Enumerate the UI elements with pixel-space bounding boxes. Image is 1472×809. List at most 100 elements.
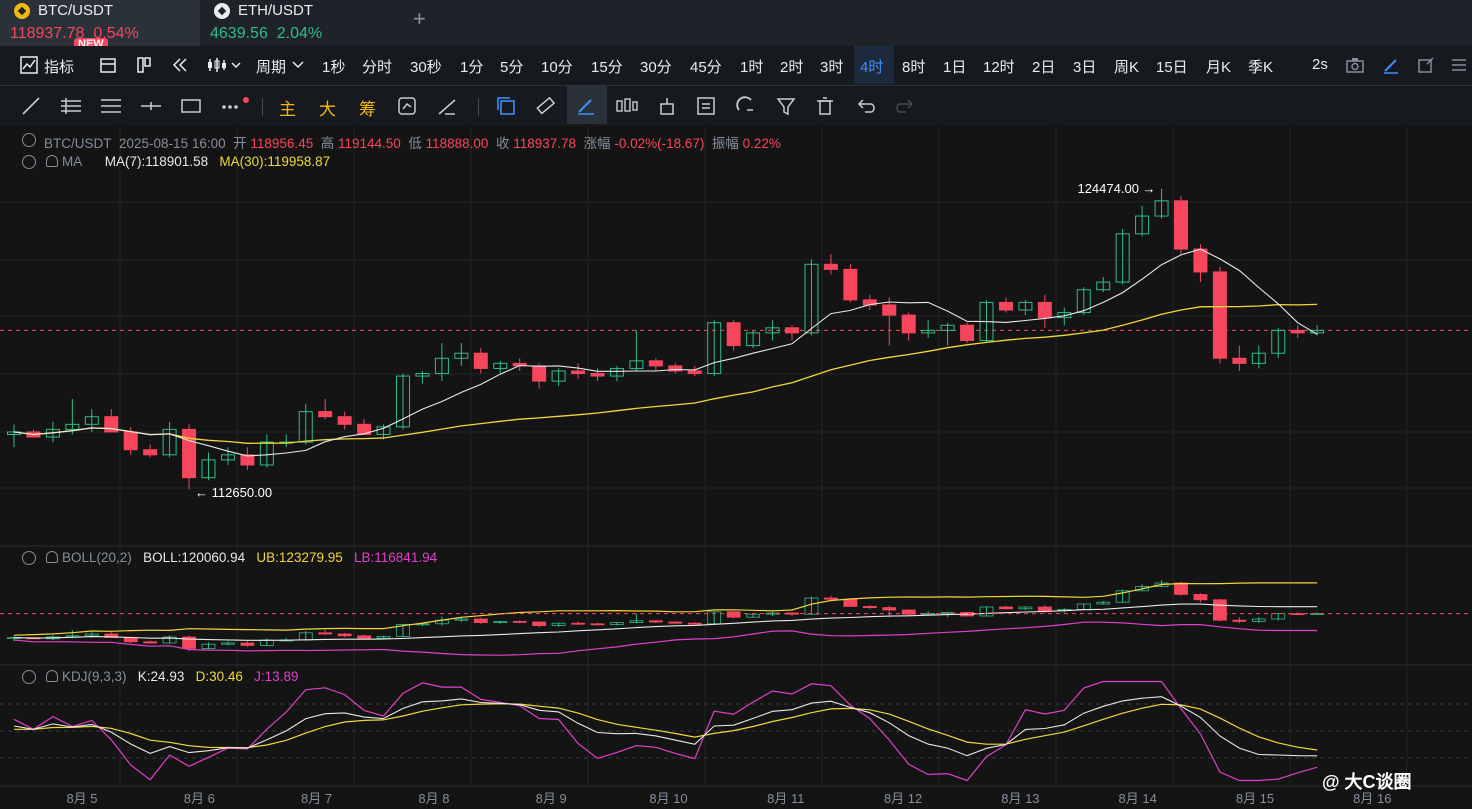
interval-45m[interactable]: 45分 (690, 56, 722, 77)
tab-symbol: BTC/USDT (38, 2, 113, 19)
boll-candle-body (999, 606, 1013, 610)
trash-icon[interactable] (815, 96, 837, 116)
tab-btc-usdt[interactable]: BTC/USDT 118937.78 0.54% NEW (0, 0, 200, 51)
interval-5m[interactable]: 5分 (500, 56, 523, 77)
copy-icon[interactable] (495, 96, 517, 116)
add-tab-icon[interactable]: + (413, 6, 426, 32)
candle-body (882, 304, 897, 316)
interval-10m[interactable]: 10分 (541, 56, 573, 77)
magnet-icon[interactable] (735, 96, 757, 116)
big-order-button[interactable]: 大 (319, 95, 336, 120)
measure-icon[interactable] (437, 96, 459, 116)
period-button[interactable]: 周期 (256, 56, 286, 77)
interval-quarter[interactable]: 季K (1248, 56, 1273, 77)
boll-candle-body (668, 621, 683, 624)
interval-1h[interactable]: 1时 (740, 56, 763, 77)
interval-1s[interactable]: 1秒 (322, 56, 345, 77)
lock-icon[interactable] (657, 96, 677, 116)
candle-body (726, 322, 741, 347)
candle-body (1193, 248, 1208, 273)
x-tick-label: 8月 12 (884, 791, 922, 806)
candle-body (1290, 329, 1305, 334)
bell-icon[interactable] (46, 670, 58, 682)
ruler-icon[interactable] (535, 96, 557, 116)
tab-eth-usdt[interactable]: ETH/USDT 4639.56 2.04% (200, 0, 400, 46)
candle-body (143, 449, 158, 456)
horizontal-line-icon[interactable] (140, 96, 162, 116)
cycle-icon[interactable] (397, 96, 419, 116)
boll-candle-body (357, 635, 372, 639)
main-chart-button[interactable]: 主 (279, 95, 296, 120)
eye-icon[interactable] (22, 551, 36, 565)
x-tick-label: 8月 11 (767, 791, 804, 806)
interval-30m[interactable]: 30分 (640, 56, 672, 77)
rectangle-icon[interactable] (180, 96, 202, 116)
interval-3h[interactable]: 3时 (820, 56, 843, 77)
boll-candle-body (571, 622, 585, 625)
interval-month[interactable]: 月K (1206, 56, 1231, 77)
chart-area[interactable]: 124474.00 → ← 112650.00 8月 5 8月 6 8月 7 8月 8 8月… (0, 126, 1472, 809)
interval-12h[interactable]: 12时 (983, 56, 1015, 77)
eye-icon[interactable] (22, 133, 36, 147)
candle-tool-icon[interactable] (615, 96, 639, 116)
chart-type-icon[interactable] (206, 56, 242, 74)
indicator-button[interactable]: 指标 (44, 56, 74, 77)
interval-4h[interactable]: 4时 (860, 56, 883, 77)
chip-distribution-button[interactable]: 筹 (359, 95, 376, 120)
expand-icon[interactable] (1417, 56, 1435, 74)
boll-candle-body (123, 637, 138, 643)
pencil-icon[interactable] (1382, 56, 1400, 74)
interval-15d[interactable]: 15日 (1156, 56, 1188, 77)
ma7-line (13, 248, 1318, 457)
camera-icon[interactable] (1345, 56, 1365, 74)
interval-1d[interactable]: 1日 (943, 56, 966, 77)
candle-body (318, 411, 333, 418)
indicator-icon[interactable] (20, 56, 38, 74)
x-tick-label: 8月 8 (418, 791, 449, 806)
replay-icon[interactable] (170, 56, 190, 74)
kline-chart[interactable]: 124474.00 → ← 112650.00 8月 5 8月 6 8月 7 8月 8 8月… (0, 126, 1472, 809)
x-tick-label: 8月 6 (184, 791, 215, 806)
interval-2d[interactable]: 2日 (1032, 56, 1055, 77)
menu-icon[interactable] (1450, 56, 1468, 74)
candle-body (590, 373, 605, 377)
x-tick-label: 8月 10 (649, 791, 687, 806)
candle-body (785, 327, 799, 334)
parallel-lines-icon[interactable] (60, 96, 82, 116)
brush-icon[interactable] (575, 96, 597, 116)
interval-week[interactable]: 周K (1114, 56, 1139, 77)
chevron-down-icon[interactable] (292, 60, 304, 70)
redo-icon[interactable] (895, 96, 917, 116)
bell-icon[interactable] (46, 155, 58, 167)
candle-body (998, 301, 1013, 311)
interval-timeline[interactable]: 分时 (362, 56, 392, 77)
eye-icon[interactable] (22, 155, 36, 169)
layout-icon[interactable] (135, 56, 153, 74)
interval-2h[interactable]: 2时 (780, 56, 803, 77)
candle-body (1037, 301, 1052, 319)
fib-icon[interactable] (100, 96, 122, 116)
boll-candle-body (1232, 619, 1247, 622)
bell-icon[interactable] (46, 551, 58, 563)
candle-body (123, 431, 138, 451)
undo-icon[interactable] (855, 96, 877, 116)
interval-1m[interactable]: 1分 (460, 56, 483, 77)
boll-candle-body (532, 621, 547, 626)
filter-icon[interactable] (776, 96, 798, 116)
candle-body (687, 370, 702, 375)
note-icon[interactable] (696, 96, 718, 116)
interval-3d[interactable]: 3日 (1073, 56, 1096, 77)
interval-8h[interactable]: 8时 (902, 56, 925, 77)
more-tools-icon[interactable] (220, 96, 250, 116)
interval-15m[interactable]: 15分 (591, 56, 623, 77)
refresh-rate[interactable]: 2s (1312, 56, 1328, 73)
candle-body (843, 268, 858, 301)
kdj-legend: KDJ(9,3,3) K:24.93 D:30.46 J:13.89 (62, 669, 299, 684)
drawing-toolbar: 主 大 筹 (0, 86, 1472, 126)
calendar-icon[interactable] (99, 56, 117, 74)
boll-mid-line (13, 603, 1318, 641)
interval-30s[interactable]: 30秒 (410, 56, 442, 77)
trend-line-icon[interactable] (21, 96, 41, 116)
x-tick-label: 8月 7 (301, 791, 332, 806)
eye-icon[interactable] (22, 670, 36, 684)
